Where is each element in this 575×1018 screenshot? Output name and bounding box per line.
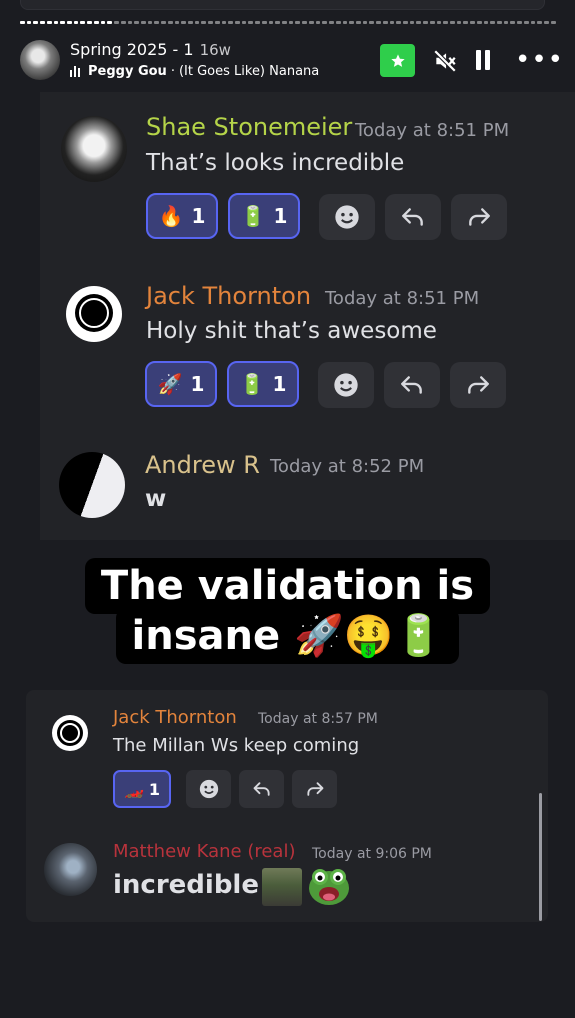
username-jack[interactable]: Jack Thornton xyxy=(146,282,311,310)
reaction-rocket[interactable]: 🚀 1 xyxy=(145,361,217,407)
avatar-jack[interactable] xyxy=(52,715,88,751)
story-header: Spring 2025 - 1 16w Peggy Gou · (It Goes … xyxy=(20,38,563,86)
star-button[interactable] xyxy=(380,44,415,77)
story-age: 16w xyxy=(199,41,231,59)
reply-arrow-icon xyxy=(401,376,422,394)
top-pill xyxy=(20,0,545,10)
more-button[interactable]: ••• xyxy=(515,47,564,73)
forward-arrow-icon xyxy=(469,208,490,226)
forward-button[interactable] xyxy=(450,362,506,408)
battery-icon: 🔋 xyxy=(240,204,266,228)
timestamp-msg1: Today at 8:51 PM xyxy=(355,120,510,141)
custom-emoji-car xyxy=(262,868,302,906)
message-text-msg1: That’s looks incredible xyxy=(146,150,405,176)
music-bars-icon xyxy=(70,66,84,77)
avatar-shae[interactable] xyxy=(61,116,127,182)
timestamp-msg4: Today at 8:57 PM xyxy=(258,711,378,727)
avatar-jack[interactable] xyxy=(66,286,122,342)
story-avatar[interactable] xyxy=(20,40,60,80)
scrollbar[interactable] xyxy=(539,793,542,921)
reply-button[interactable] xyxy=(384,362,440,408)
message-text-msg5: incredible xyxy=(113,870,259,900)
reaction-battery[interactable]: 🔋 1 xyxy=(227,361,299,407)
reply-arrow-icon xyxy=(402,208,423,226)
reaction-racecar[interactable]: 🏎️ 1 xyxy=(113,770,171,808)
reply-button[interactable] xyxy=(239,770,284,808)
forward-button[interactable] xyxy=(451,194,507,240)
mute-button[interactable] xyxy=(432,48,458,74)
speaker-muted-icon xyxy=(433,49,457,73)
more-icon: ••• xyxy=(515,45,565,75)
star-icon xyxy=(390,53,405,67)
reaction-count: 1 xyxy=(191,204,206,228)
timestamp-msg5: Today at 9:06 PM xyxy=(312,846,432,862)
story-title[interactable]: Spring 2025 - 1 16w xyxy=(70,40,231,59)
pause-button[interactable] xyxy=(476,50,494,72)
reply-arrow-icon xyxy=(253,782,270,796)
smiley-icon xyxy=(335,205,359,229)
racecar-icon: 🏎️ xyxy=(123,779,144,799)
timestamp-msg3: Today at 8:52 PM xyxy=(270,456,425,477)
custom-emoji-frog xyxy=(308,866,350,906)
forward-button[interactable] xyxy=(292,770,337,808)
caption-line1: The validation is xyxy=(84,558,491,614)
username-jack[interactable]: Jack Thornton xyxy=(113,707,237,728)
reaction-count: 1 xyxy=(190,372,205,396)
reaction-count: 1 xyxy=(272,372,287,396)
story-music[interactable]: Peggy Gou · (It Goes Like) Nanana xyxy=(70,64,319,79)
add-reaction-button[interactable] xyxy=(319,194,375,240)
caption-line2: insane 🚀🤑🔋 xyxy=(115,608,460,664)
story-progress-bar xyxy=(20,21,556,24)
music-artist: Peggy Gou xyxy=(88,64,167,79)
smiley-icon xyxy=(334,373,358,397)
avatar-andrew[interactable] xyxy=(59,452,125,518)
reaction-count: 1 xyxy=(273,204,288,228)
smiley-icon xyxy=(199,779,218,799)
message-text-msg2: Holy shit that’s awesome xyxy=(146,318,437,344)
avatar-matthew[interactable] xyxy=(44,843,97,896)
reply-button[interactable] xyxy=(385,194,441,240)
add-reaction-button[interactable] xyxy=(186,770,231,808)
username-andrew[interactable]: Andrew R xyxy=(145,451,260,479)
username-shae[interactable]: Shae Stonemeier xyxy=(146,113,352,141)
username-matthew[interactable]: Matthew Kane (real) xyxy=(113,841,295,862)
message-text-msg4: The Millan Ws keep coming xyxy=(113,735,360,756)
message-text-msg3: w xyxy=(145,486,167,512)
timestamp-msg2: Today at 8:51 PM xyxy=(325,288,480,309)
add-reaction-button[interactable] xyxy=(318,362,374,408)
rocket-icon: 🚀 xyxy=(157,372,183,396)
reaction-fire[interactable]: 🔥 1 xyxy=(146,193,218,239)
forward-arrow-icon xyxy=(306,782,323,796)
story-title-text: Spring 2025 - 1 xyxy=(70,40,194,59)
forward-arrow-icon xyxy=(468,376,489,394)
story-caption: The validation is insane 🚀🤑🔋 xyxy=(0,558,575,664)
music-separator: · xyxy=(170,64,175,79)
reaction-battery[interactable]: 🔋 1 xyxy=(228,193,300,239)
fire-icon: 🔥 xyxy=(158,204,184,228)
reaction-count: 1 xyxy=(148,779,161,799)
pause-icon xyxy=(476,50,481,70)
music-song: (It Goes Like) Nanana xyxy=(178,64,320,79)
battery-icon: 🔋 xyxy=(239,372,265,396)
